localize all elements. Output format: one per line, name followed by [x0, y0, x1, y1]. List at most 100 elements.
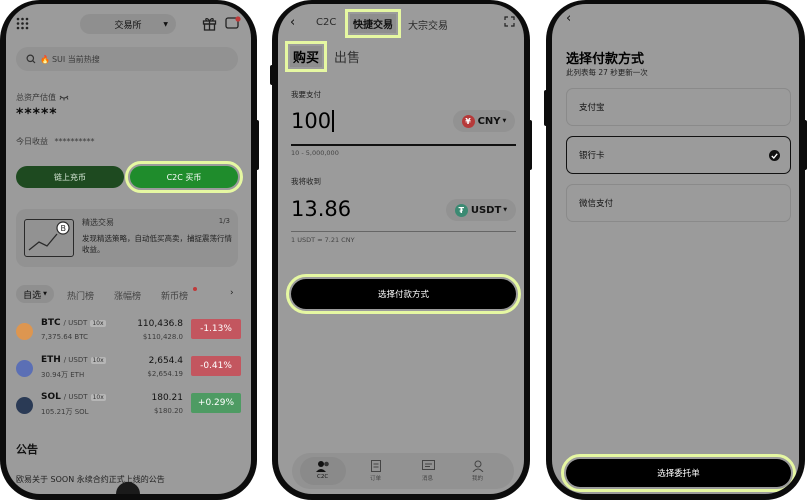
tab-new-listings[interactable]: 新币榜	[161, 289, 188, 302]
refresh-note: 此列表每 27 秒更新一次	[566, 68, 648, 77]
coin-row-btc[interactable]: BTC / USDT 10x 7,375.64 BTC 110,436.8 $11…	[16, 316, 241, 356]
pay-underline	[291, 144, 516, 146]
quick-trade-screen: ‹ C2C 快捷交易 大宗交易 购买 出售 我要支付 100 ¥ CNY ▼ 10…	[278, 4, 524, 494]
total-assets-label-row: 总资产估值	[16, 92, 69, 103]
nav-profile[interactable]: 我的	[472, 460, 484, 482]
nav-orders[interactable]: 订单	[370, 460, 382, 482]
coin-volume: 30.94万 ETH	[41, 371, 85, 379]
featured-title: 精选交易	[82, 218, 114, 227]
phone-quick-trade-screen: ‹ C2C 快捷交易 大宗交易 购买 出售 我要支付 100 ¥ CNY ▼ 10…	[270, 0, 532, 500]
coin-volume: 105.21万 SOL	[41, 408, 89, 416]
coin-name: ETH / USDT 10x	[41, 355, 106, 365]
home-screen: 交易所 ▼ 🔥 SUI 当前热搜 总资产估值 ***** 今日收益 ******…	[6, 4, 251, 494]
announcement-item[interactable]: 欧易关于 SOON 永续合约正式上线的公告	[16, 474, 165, 485]
tab-block-trade[interactable]: 大宗交易	[408, 17, 448, 32]
cny-icon: ¥	[461, 114, 475, 128]
sol-coin-icon	[16, 397, 33, 414]
payment-option-alipay[interactable]: 支付宝	[566, 88, 791, 126]
tab-gainers[interactable]: 涨幅榜	[114, 289, 141, 302]
payment-option-label: 微信支付	[579, 199, 614, 209]
usdt-icon: ₮	[454, 203, 468, 217]
eth-coin-icon	[16, 360, 33, 377]
payment-option-label: 支付宝	[579, 103, 605, 113]
announcement-title: 公告	[16, 443, 38, 456]
today-pnl-row: 今日收益 **********	[16, 136, 95, 147]
eye-hidden-icon[interactable]	[59, 94, 69, 101]
profile-icon	[472, 460, 484, 472]
coin-volume: 7,375.64 BTC	[41, 333, 88, 341]
select-order-button[interactable]: 选择委托单	[561, 454, 796, 492]
message-icon[interactable]	[225, 16, 241, 31]
fire-icon: 🔥	[40, 54, 50, 64]
pay-range: 10 - 5,000,000	[291, 149, 339, 157]
sell-tab[interactable]: 出售	[334, 47, 360, 66]
coin-change-badge: -1.13%	[191, 319, 241, 339]
new-dot-badge	[193, 287, 197, 291]
pay-amount-value: 100	[291, 109, 332, 133]
apps-grid-icon[interactable]	[16, 17, 29, 30]
today-pnl-value: **********	[54, 137, 95, 146]
onchain-deposit-button[interactable]: 链上充币	[16, 166, 124, 188]
coin-price-fiat: $2,654.19	[147, 370, 183, 378]
nav-messages-label: 消息	[422, 476, 434, 482]
coin-price-fiat: $180.20	[154, 407, 183, 415]
nav-messages[interactable]: 消息	[422, 460, 435, 482]
pay-currency-selector[interactable]: ¥ CNY ▼	[453, 110, 515, 132]
coin-change-badge: +0.29%	[191, 393, 241, 413]
receive-label: 我将收到	[291, 177, 321, 186]
coin-price: 2,654.4	[148, 356, 183, 366]
phone-home-screen: 交易所 ▼ 🔥 SUI 当前热搜 总资产估值 ***** 今日收益 ******…	[0, 0, 259, 500]
payment-option-wechat-pay[interactable]: 微信支付	[566, 184, 791, 222]
btc-coin-icon	[16, 323, 33, 340]
pay-amount-input[interactable]: 100	[291, 109, 334, 133]
receive-currency-selector[interactable]: ₮ USDT ▼	[446, 199, 516, 221]
coin-name: BTC / USDT 10x	[41, 318, 106, 328]
total-assets-label: 总资产估值	[16, 93, 56, 102]
tab-watchlist[interactable]: 自选 ▼	[16, 285, 54, 303]
search-placeholder: SUI 当前热搜	[51, 54, 100, 64]
nav-profile-label: 我的	[472, 476, 484, 482]
featured-trading-card[interactable]: B 精选交易 1/3 发现精选策略，自动低买高卖，捕捉震荡行情收益。	[16, 209, 238, 267]
today-pnl-label: 今日收益	[16, 137, 48, 146]
coin-change-badge: -0.41%	[191, 356, 241, 376]
expand-icon[interactable]	[504, 16, 515, 27]
pay-label: 我要支付	[291, 90, 321, 99]
coin-name: SOL / USDT 10x	[41, 392, 106, 402]
coin-row-sol[interactable]: SOL / USDT 10x 105.21万 SOL 180.21 $180.20…	[16, 390, 241, 430]
coin-row-eth[interactable]: ETH / USDT 10x 30.94万 ETH 2,654.4 $2,654.…	[16, 353, 241, 393]
receive-underline	[291, 231, 516, 232]
svg-text:B: B	[61, 224, 67, 233]
select-payment-method-button[interactable]: 选择付款方式	[286, 274, 521, 314]
check-selected-icon	[769, 150, 780, 161]
receive-amount: 13.86	[291, 197, 352, 221]
chevron-right-icon[interactable]: ›	[230, 288, 234, 298]
bottom-nav: C2C 订单 消息 我的	[292, 453, 514, 489]
gift-icon[interactable]	[202, 16, 217, 31]
chart-illustration-icon: B	[24, 219, 74, 257]
caret-down-icon: ▼	[163, 20, 168, 28]
exchange-selector[interactable]: 交易所 ▼	[80, 14, 176, 34]
search-bar[interactable]: 🔥 SUI 当前热搜	[16, 47, 238, 71]
exchange-rate: 1 USDT ≈ 7.21 CNY	[291, 236, 355, 244]
payment-option-bank-card[interactable]: 银行卡	[566, 136, 791, 174]
tab-c2c[interactable]: C2C	[316, 17, 336, 28]
c2c-buy-button[interactable]: C2C 买币	[125, 161, 243, 193]
receive-currency-label: USDT	[470, 204, 502, 216]
featured-description: 发现精选策略，自动低买高卖，捕捉震荡行情收益。	[82, 234, 232, 254]
coin-price: 110,436.8	[137, 319, 183, 329]
search-icon	[26, 54, 36, 64]
tab-quick-trade[interactable]: 快捷交易	[345, 9, 401, 38]
phone-payment-method-screen: ‹ 选择付款方式 此列表每 27 秒更新一次 支付宝 银行卡 微信支付 选择委托…	[544, 0, 807, 500]
market-tabs: 自选 ▼ 热门榜 涨幅榜 新币榜 ›	[6, 283, 251, 305]
back-arrow-icon[interactable]: ‹	[566, 11, 571, 26]
nav-c2c-label: C2C	[317, 474, 329, 480]
featured-page-indicator: 1/3	[218, 217, 230, 225]
tab-hot[interactable]: 热门榜	[67, 289, 94, 302]
orders-icon	[371, 460, 381, 472]
back-arrow-icon[interactable]: ‹	[290, 15, 295, 30]
tab-watchlist-label: 自选	[23, 290, 42, 301]
payment-option-label: 银行卡	[579, 151, 605, 161]
nav-c2c[interactable]: C2C	[316, 460, 370, 480]
buy-tab[interactable]: 购买	[284, 41, 328, 72]
users-icon	[316, 461, 329, 472]
